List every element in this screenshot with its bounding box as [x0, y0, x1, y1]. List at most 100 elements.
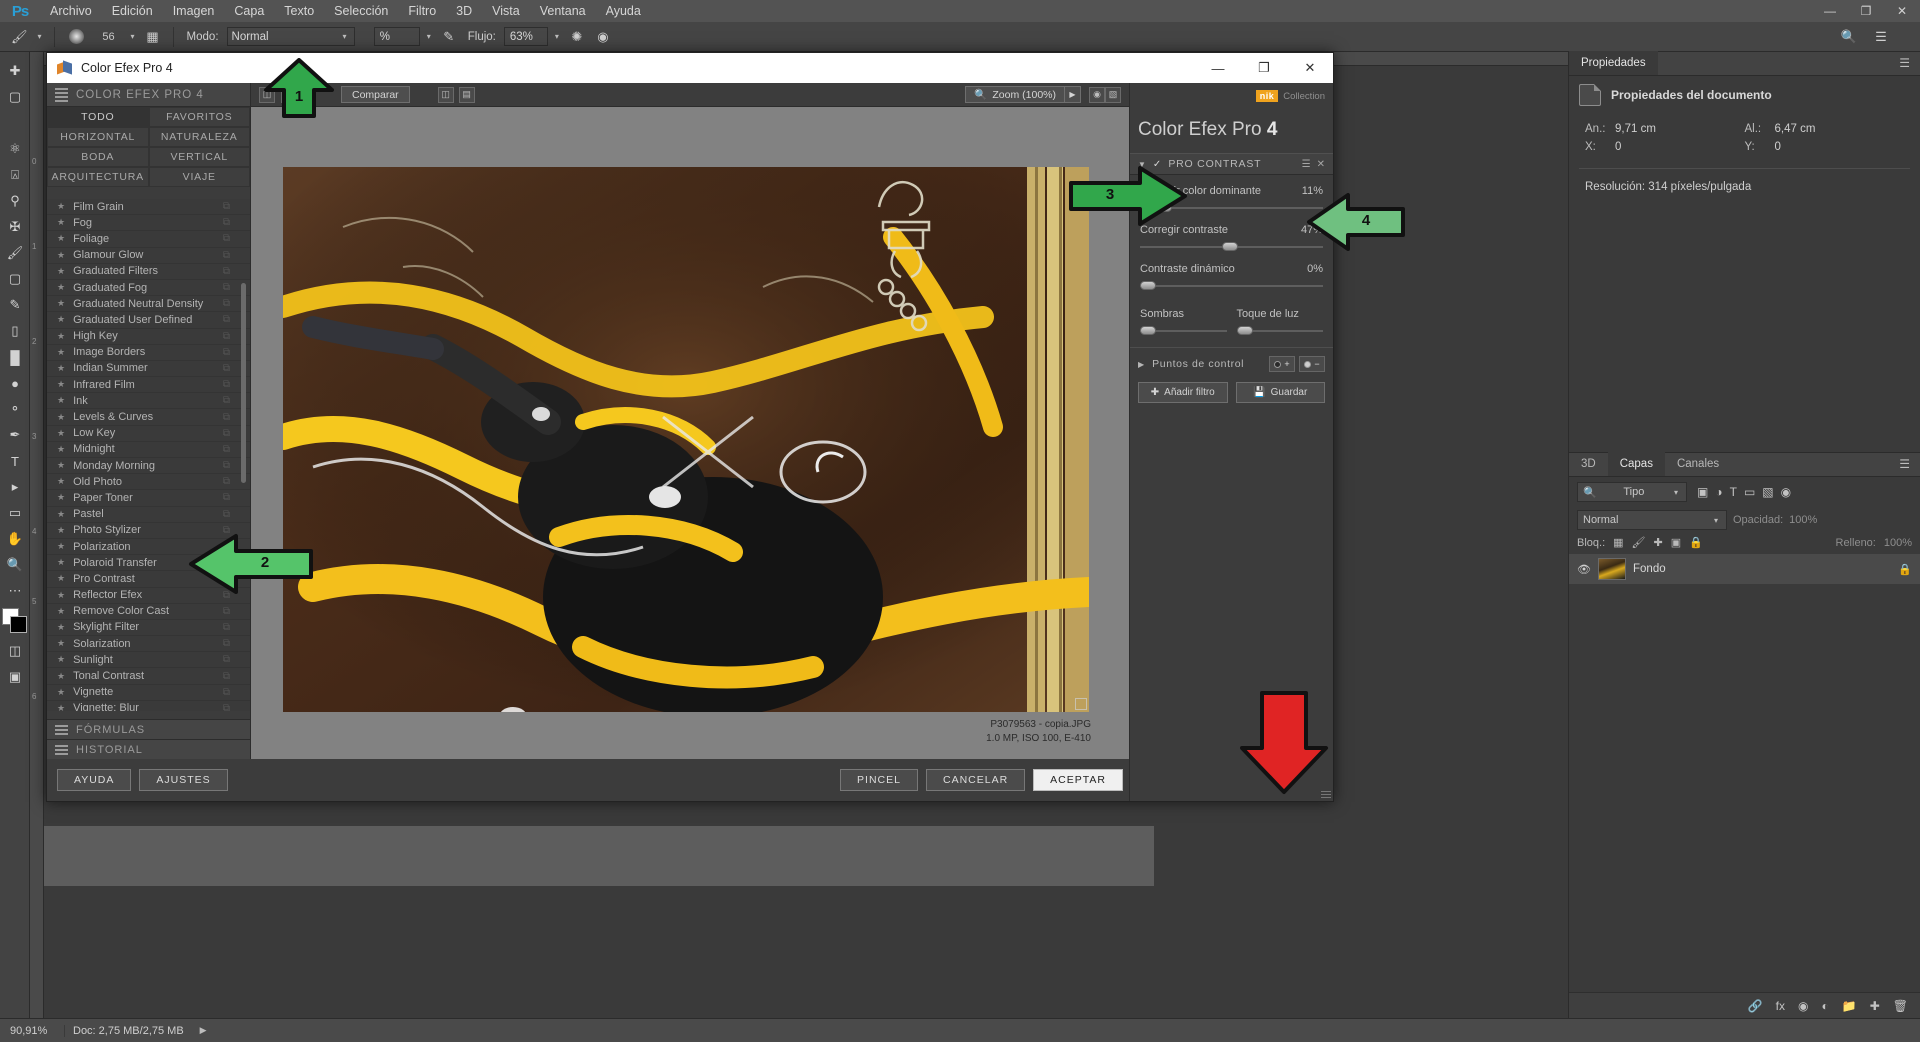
new-group-icon[interactable]: 📁: [1842, 999, 1857, 1013]
star-icon[interactable]: ★: [57, 590, 65, 601]
duplicate-icon[interactable]: ⧉: [223, 687, 230, 698]
status-chevron-icon[interactable]: ▶: [192, 1025, 215, 1036]
brush-size-chevron-icon[interactable]: ▾: [128, 32, 138, 41]
duplicate-icon[interactable]: ⧉: [223, 638, 230, 649]
layer-row-fondo[interactable]: 👁 Fondo 🔒: [1569, 554, 1920, 584]
blend-mode-select[interactable]: Normal ▾: [227, 27, 355, 46]
filter-list-item[interactable]: ★ Remove Color Cast ⧉: [47, 604, 250, 620]
star-icon[interactable]: ★: [57, 298, 65, 309]
star-icon[interactable]: ★: [57, 347, 65, 358]
duplicate-icon[interactable]: ⧉: [223, 444, 230, 455]
star-icon[interactable]: ★: [57, 687, 65, 698]
tool-gradient[interactable]: █: [0, 344, 30, 370]
filter-list-item[interactable]: ★ Foliage ⧉: [47, 231, 250, 247]
preview-image[interactable]: [283, 167, 1089, 712]
menu-item-ventana[interactable]: Ventana: [530, 0, 596, 22]
filter-list-item[interactable]: ★ Paper Toner ⧉: [47, 490, 250, 506]
remove-control-point-button[interactable]: −: [1299, 356, 1325, 372]
duplicate-icon[interactable]: ⧉: [223, 492, 230, 503]
tool-quick-mask[interactable]: ◫: [0, 638, 30, 664]
tool-move[interactable]: ✚: [0, 58, 30, 84]
control-points-triangle-icon[interactable]: ▶: [1138, 360, 1144, 369]
tool-dodge[interactable]: ⚬: [0, 396, 30, 422]
filter-list-item[interactable]: ★ Graduated Filters ⧉: [47, 264, 250, 280]
brush-tool-icon[interactable]: 🖌: [8, 26, 31, 48]
tool-pen[interactable]: ✒: [0, 422, 30, 448]
category-naturaleza[interactable]: NATURALEZA: [149, 127, 251, 147]
star-icon[interactable]: ★: [57, 525, 65, 536]
tool-hand[interactable]: ✋: [0, 526, 30, 552]
filter-list-item[interactable]: ★ Pastel ⧉: [47, 507, 250, 523]
workspace-icon[interactable]: ☰: [1870, 26, 1892, 48]
delete-layer-icon[interactable]: 🗑: [1893, 999, 1908, 1013]
tool-clone-stamp[interactable]: ▢: [0, 266, 30, 292]
star-icon[interactable]: ★: [57, 671, 65, 682]
slider-toque-de-luz[interactable]: [1237, 325, 1324, 337]
category-favoritos[interactable]: FAVORITOS: [149, 107, 251, 127]
category-todo[interactable]: TODO: [47, 107, 149, 127]
new-layer-icon[interactable]: ✚: [1870, 999, 1880, 1013]
filter-toggle-icon[interactable]: ◉: [1781, 485, 1791, 499]
filter-list-item[interactable]: ★ Tonal Contrast ⧉: [47, 668, 250, 684]
tab-capas[interactable]: Capas: [1608, 452, 1665, 476]
brush-preview[interactable]: [64, 26, 90, 48]
brush-button[interactable]: PINCEL: [840, 769, 918, 791]
star-icon[interactable]: ★: [57, 217, 65, 228]
duplicate-icon[interactable]: ⧉: [223, 233, 230, 244]
lock-all-icon[interactable]: 🔒: [1689, 536, 1703, 549]
filter-list-item[interactable]: ★ Glamour Glow ⧉: [47, 248, 250, 264]
panel-menu-icon[interactable]: ☰: [1889, 51, 1920, 75]
lock-image-icon[interactable]: 🖌: [1632, 536, 1646, 549]
compare-button[interactable]: Comparar: [341, 86, 410, 103]
filter-list-scrollbar[interactable]: [241, 283, 246, 483]
smoothing-icon[interactable]: ◉: [592, 26, 614, 48]
tool-type[interactable]: T: [0, 448, 30, 474]
tab-3d[interactable]: 3D: [1569, 452, 1608, 476]
adjustment-layer-icon[interactable]: ◐: [1822, 999, 1829, 1013]
lock-position-icon[interactable]: ✚: [1654, 536, 1663, 549]
tool-history-brush[interactable]: ✎: [0, 292, 30, 318]
star-icon[interactable]: ★: [57, 654, 65, 665]
add-control-point-button[interactable]: +: [1269, 356, 1295, 372]
zoom-chevron-icon[interactable]: ▶: [1065, 86, 1081, 103]
cancel-button[interactable]: CANCELAR: [926, 769, 1025, 791]
tool-brush[interactable]: 🖌: [0, 240, 30, 266]
duplicate-icon[interactable]: ⧉: [223, 282, 230, 293]
tool-zoom[interactable]: 🔍: [0, 552, 30, 578]
filter-list-item[interactable]: ★ Infrared Film ⧉: [47, 377, 250, 393]
menu-item-imagen[interactable]: Imagen: [163, 0, 225, 22]
settings-button[interactable]: AJUSTES: [139, 769, 227, 791]
category-horizontal[interactable]: HORIZONTAL: [47, 127, 149, 147]
filter-list-item[interactable]: ★ Solarization ⧉: [47, 636, 250, 652]
star-icon[interactable]: ★: [57, 201, 65, 212]
duplicate-icon[interactable]: ⧉: [223, 379, 230, 390]
filter-list-item[interactable]: ★ Vignette ⧉: [47, 685, 250, 701]
tool-lasso[interactable]: ⑌: [0, 110, 30, 136]
star-icon[interactable]: ★: [57, 541, 65, 552]
lock-icon[interactable]: 🔒: [1898, 563, 1912, 576]
document-canvas[interactable]: [44, 826, 1154, 886]
zoom-button[interactable]: 🔍 Zoom (100%): [965, 86, 1065, 103]
duplicate-icon[interactable]: ⧉: [223, 509, 230, 520]
tool-quick-select[interactable]: ⚛: [0, 136, 30, 162]
dialog-minimize-button[interactable]: —: [1195, 53, 1241, 83]
star-icon[interactable]: ★: [57, 622, 65, 633]
layer-blend-mode-select[interactable]: Normal ▾: [1577, 510, 1727, 530]
split-vertical-icon[interactable]: ▤: [459, 87, 475, 103]
filter-list-item[interactable]: ★ Levels & Curves ⧉: [47, 409, 250, 425]
filter-list-item[interactable]: ★ Indian Summer ⧉: [47, 361, 250, 377]
slider-knob[interactable]: [1140, 281, 1156, 290]
duplicate-icon[interactable]: ⧉: [223, 476, 230, 487]
tool-path-select[interactable]: ▸: [0, 474, 30, 500]
layer-filter-select[interactable]: 🔍 Tipo ▾: [1577, 482, 1687, 502]
filter-list-item[interactable]: ★ High Key ⧉: [47, 329, 250, 345]
filter-remove-icon[interactable]: ✕: [1317, 159, 1325, 170]
zoom-level[interactable]: 90,91%: [0, 1025, 64, 1037]
star-icon[interactable]: ★: [57, 509, 65, 520]
minimize-button[interactable]: —: [1812, 0, 1848, 22]
lock-artboard-icon[interactable]: ▣: [1671, 536, 1681, 549]
duplicate-icon[interactable]: ⧉: [223, 217, 230, 228]
star-icon[interactable]: ★: [57, 395, 65, 406]
star-icon[interactable]: ★: [57, 492, 65, 503]
histogram-icon[interactable]: ▧: [1105, 87, 1121, 103]
